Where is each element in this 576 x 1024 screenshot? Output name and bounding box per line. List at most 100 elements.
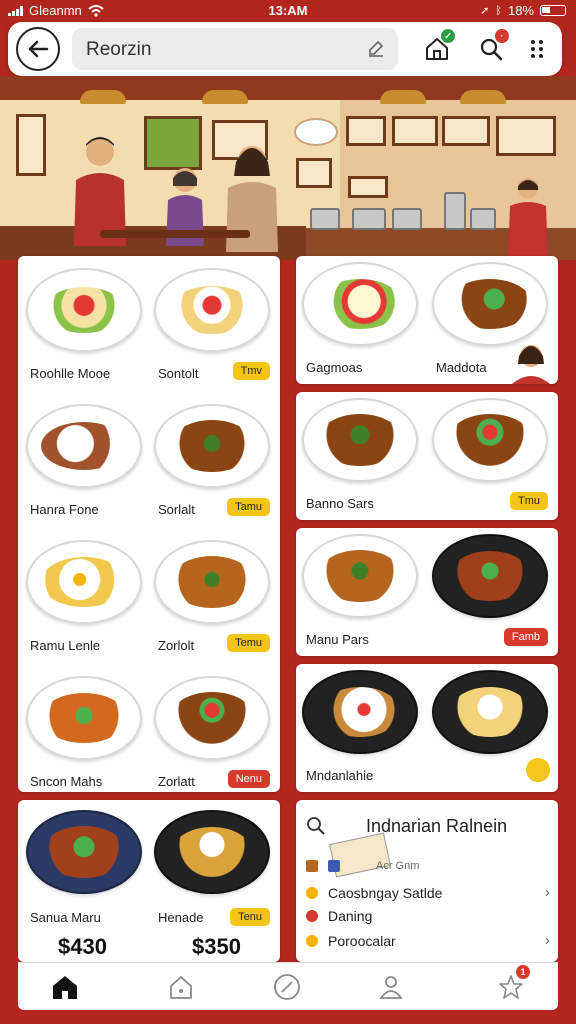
food-item[interactable]: Henade Tenu [148, 800, 278, 932]
menu-card-right: Banno Sars Tmu [296, 392, 558, 520]
nav-explore[interactable] [270, 971, 304, 1003]
food-item[interactable]: Zorlolt Temu [148, 530, 278, 662]
food-item[interactable]: Famb [426, 524, 556, 656]
price: $350 [192, 934, 241, 959]
info-row[interactable]: Caosbngay Satlde › [306, 884, 550, 902]
restaurant-illustration [0, 76, 576, 260]
grid-dots-icon [531, 40, 543, 58]
dish-image [26, 676, 142, 760]
nav-favorites[interactable]: 1 [494, 965, 530, 1003]
edit-icon[interactable] [366, 38, 386, 58]
food-item-label: Gagmoas [306, 360, 363, 375]
store-icon [170, 976, 192, 999]
nav-profile[interactable] [374, 971, 408, 1003]
dish-image [154, 404, 270, 488]
favorites-badge: 1 [516, 965, 530, 979]
food-item-label: Roohlle Mooe [30, 366, 111, 381]
more-button[interactable] [520, 32, 554, 66]
bowl-icon [294, 118, 338, 146]
food-item-label: Mndanlahie [306, 768, 374, 783]
tag-icon [306, 860, 318, 872]
user-icon [379, 976, 403, 999]
dish-image [432, 398, 548, 482]
dish-image [302, 534, 418, 618]
item-tag: Nenu [227, 770, 270, 788]
back-button[interactable] [16, 27, 60, 71]
arrow-left-icon [28, 40, 49, 58]
food-item[interactable]: Gagmoas [296, 252, 426, 384]
coin-icon [524, 756, 552, 784]
search-button[interactable]: · [474, 29, 509, 66]
food-item[interactable]: Mndanlahie [296, 660, 426, 792]
cooking-pot [392, 208, 422, 230]
info-row[interactable]: Daning [306, 908, 550, 924]
menu-card-right: Mndanlahie [296, 664, 558, 792]
dish-image [432, 534, 548, 618]
dish-image [26, 540, 142, 624]
food-item[interactable]: Banno Sars [296, 388, 426, 520]
menu-grid-left: Roohlle Mooe Sontolt Tmv Hanra Fone Sorl… [18, 256, 280, 792]
dish-image [26, 404, 142, 488]
dish-image [26, 810, 142, 894]
search-input[interactable]: Reorzin [86, 39, 151, 61]
wall-sign [348, 176, 388, 198]
info-row-label: Caosbngay Satlde [328, 885, 443, 901]
battery-icon [540, 5, 566, 16]
dish-image [26, 268, 142, 352]
info-subtitle: Acr Gnm [376, 860, 420, 872]
item-tag: Famb [503, 628, 548, 646]
food-item[interactable]: Zorlatt Nenu [148, 666, 278, 798]
waiter-avatar [512, 345, 550, 384]
item-tag: Temu [227, 634, 270, 652]
cooking-pot [470, 208, 496, 230]
wall-sign [296, 158, 332, 188]
food-item[interactable]: Sncon Mahs [20, 666, 150, 798]
item-tag: Tmv [232, 362, 270, 380]
food-item-label: Henade [158, 910, 204, 925]
bullet-icon [306, 935, 318, 947]
info-row[interactable]: Poroocalar › [306, 932, 550, 950]
food-item[interactable]: Sorlalt Tamu [148, 394, 278, 526]
top-bar: Reorzin ✓ · [8, 22, 562, 76]
home-icon [53, 976, 77, 999]
dish-image [302, 262, 418, 346]
food-item[interactable]: Hanra Fone [20, 394, 150, 526]
food-item-label: Maddota [436, 360, 487, 375]
menu-card-right: Manu Pars Famb [296, 528, 558, 656]
nav-home[interactable] [48, 971, 82, 1003]
wall-picture [144, 116, 202, 170]
food-item-label: Sanua Maru [30, 910, 101, 925]
ceiling-lamp [80, 90, 126, 104]
food-item[interactable]: Sontolt Tmv [148, 258, 278, 390]
search-icon [307, 817, 325, 835]
info-subtitle-row: Acr Gnm [306, 860, 550, 872]
food-item[interactable]: Tmu [426, 388, 556, 520]
dish-image [432, 262, 548, 346]
restaurant-name: Indnarian Ralnein [366, 816, 508, 836]
food-item[interactable] [426, 660, 556, 792]
item-tag: Tmu [510, 492, 548, 510]
store-button[interactable]: ✓ [420, 29, 455, 66]
item-tag: Tenu [230, 908, 270, 926]
wall-picture [16, 114, 46, 176]
food-item[interactable]: Manu Pars [296, 524, 426, 656]
food-item[interactable]: Sanua Maru [20, 800, 150, 932]
food-item[interactable]: Roohlle Mooe [20, 258, 150, 390]
bottom-nav: 1 [18, 962, 558, 1010]
search-field[interactable]: Reorzin [72, 28, 398, 70]
dish-image [154, 540, 270, 624]
dish-image [154, 676, 270, 760]
search-badge: · [495, 29, 509, 43]
price: $430 [58, 934, 107, 959]
dish-image [302, 398, 418, 482]
info-row-label: Daning [328, 908, 373, 924]
battery-percent: 18% [507, 3, 534, 18]
restaurant-info-card: Indnarian Ralnein Acr Gnm Caosbngay Satl… [296, 800, 558, 962]
chevron-right-icon: › [544, 932, 550, 949]
chevron-right-icon: › [544, 884, 550, 901]
food-item[interactable]: Ramu Lenle [20, 530, 150, 662]
chef [508, 178, 548, 260]
store-badge: ✓ [441, 29, 455, 43]
nav-store[interactable] [164, 971, 198, 1003]
menu-card-right: Gagmoas Maddota [296, 256, 558, 384]
